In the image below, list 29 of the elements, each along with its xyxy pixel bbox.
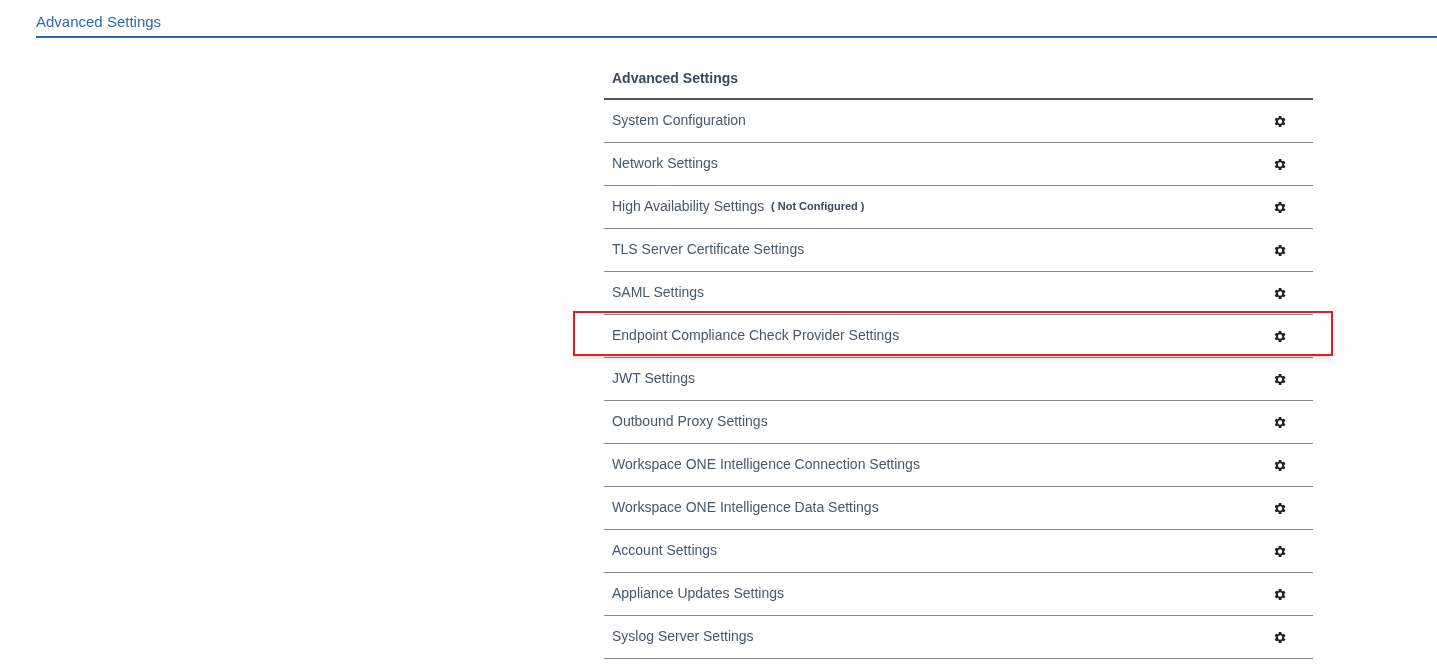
settings-icon[interactable]	[1272, 372, 1287, 387]
settings-row-label[interactable]: JWT Settings	[612, 368, 695, 389]
settings-icon[interactable]	[1272, 415, 1287, 430]
settings-row-label[interactable]: Workspace ONE Intelligence Data Settings	[612, 497, 879, 518]
settings-icon[interactable]	[1272, 587, 1287, 602]
settings-row-label[interactable]: Account Settings	[612, 540, 718, 561]
settings-icon[interactable]	[1272, 544, 1287, 559]
settings-icon[interactable]	[1272, 200, 1287, 215]
settings-row-label[interactable]: Network Settings	[612, 153, 718, 174]
page-title: Advanced Settings	[36, 13, 162, 30]
settings-row-label[interactable]: TLS Server Certificate Settings	[612, 239, 805, 260]
settings-icon[interactable]	[1272, 286, 1287, 301]
settings-row-label[interactable]: Workspace ONE Intelligence Connection Settings	[612, 454, 920, 475]
panel-title: Advanced Settings	[612, 70, 739, 86]
settings-icon[interactable]	[1272, 329, 1287, 344]
settings-icon[interactable]	[1272, 630, 1287, 645]
settings-icon[interactable]	[1272, 458, 1287, 473]
settings-icon[interactable]	[1272, 501, 1287, 516]
settings-icon[interactable]	[1272, 157, 1287, 172]
settings-icon[interactable]	[1272, 114, 1287, 129]
settings-row-label[interactable]: Endpoint Compliance Check Provider Settings	[612, 325, 900, 346]
settings-row-label[interactable]: Appliance Updates Settings	[612, 583, 784, 604]
settings-row-label[interactable]: Syslog Server Settings	[612, 626, 754, 647]
settings-row-label[interactable]: SAML Settings	[612, 282, 705, 303]
settings-row-label[interactable]: Outbound Proxy Settings	[612, 411, 768, 432]
settings-row-label[interactable]: System Configuration	[612, 110, 746, 131]
settings-row-label[interactable]: High Availability Settings	[612, 196, 765, 217]
settings-icon[interactable]	[1272, 243, 1287, 258]
status-note: ( Not Configured )	[771, 199, 865, 214]
